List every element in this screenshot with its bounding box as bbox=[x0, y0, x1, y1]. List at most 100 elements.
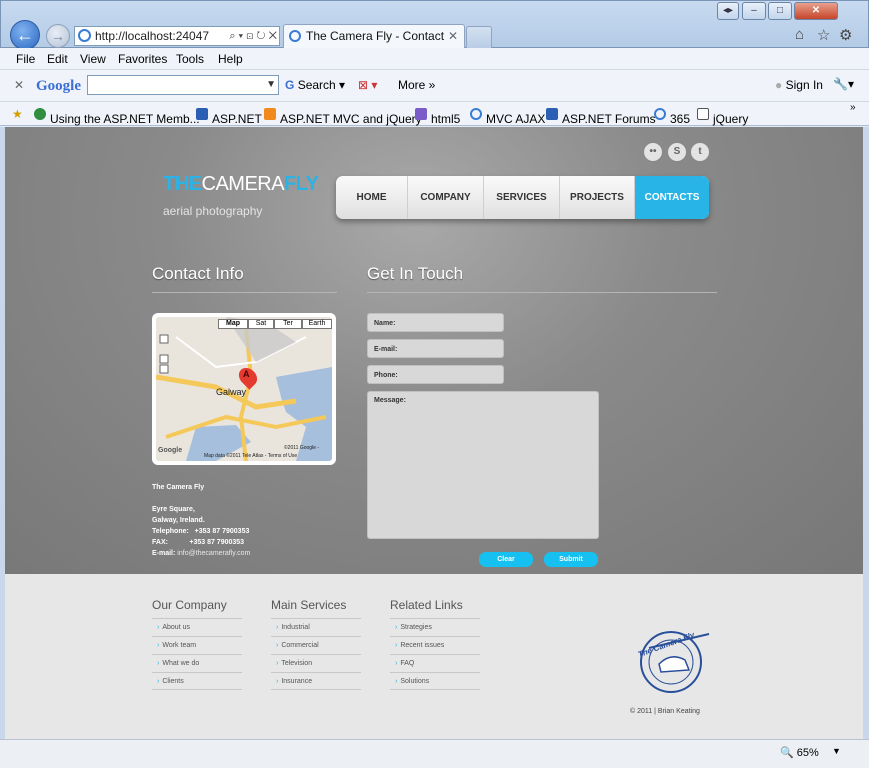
menu-favorites[interactable]: Favorites bbox=[118, 52, 167, 66]
status-bar: 🔍 65% ▼ bbox=[0, 739, 869, 768]
footer-link[interactable]: › Clients bbox=[152, 672, 242, 690]
favorite-link[interactable]: ASP.NET Forums bbox=[546, 107, 656, 126]
footer-link[interactable]: › FAQ bbox=[390, 654, 480, 672]
chevron-down-icon[interactable]: ▼ bbox=[266, 76, 276, 94]
divider bbox=[152, 292, 337, 293]
map-copyright: ©2011 Google - bbox=[284, 445, 320, 451]
forward-button[interactable]: → bbox=[46, 24, 70, 48]
add-favorite-icon[interactable]: ★ bbox=[12, 107, 23, 121]
ie-page-icon bbox=[78, 29, 91, 42]
wrench-icon[interactable]: 🔧▾ bbox=[833, 77, 854, 91]
footer-link[interactable]: › Insurance bbox=[271, 672, 361, 690]
close-button[interactable]: ✕ bbox=[794, 2, 838, 20]
sign-in-button[interactable]: ● Sign In bbox=[775, 78, 823, 92]
tab-active[interactable]: The Camera Fly - Contact ✕ bbox=[283, 24, 465, 48]
main-nav: HOME COMPANY SERVICES PROJECTS CONTACTS bbox=[336, 176, 709, 219]
footer-col-title: Related Links bbox=[390, 598, 463, 612]
footer-link[interactable]: › About us bbox=[152, 618, 242, 636]
favorite-link[interactable]: html5 bbox=[415, 107, 460, 126]
footer-link[interactable]: › Strategies bbox=[390, 618, 480, 636]
map-frame: Map Sat Ter Earth A Galway Google ©2011 … bbox=[152, 313, 336, 465]
maximize-button[interactable]: □ bbox=[768, 2, 792, 20]
footer-link[interactable]: › Solutions bbox=[390, 672, 480, 690]
hero-section: •• S t THECAMERAFLY aerial photography H… bbox=[5, 127, 863, 574]
google-search-input[interactable]: ▼ bbox=[87, 75, 279, 95]
popup-blocker-icon[interactable]: ⊠ ▾ bbox=[358, 78, 377, 92]
flickr-icon[interactable]: •• bbox=[643, 142, 663, 162]
web-page: •• S t THECAMERAFLY aerial photography H… bbox=[5, 127, 863, 739]
nav-company[interactable]: COMPANY bbox=[408, 176, 484, 219]
footer-link[interactable]: › Industrial bbox=[271, 618, 361, 636]
menu-file[interactable]: File bbox=[16, 52, 35, 66]
submit-button[interactable]: Submit bbox=[544, 552, 598, 567]
globe-icon bbox=[34, 108, 46, 120]
map-tab-ter[interactable]: Ter bbox=[274, 319, 302, 329]
google-logo: Google bbox=[36, 78, 81, 94]
document-icon bbox=[697, 108, 709, 120]
email-link[interactable]: info@thecamerafly.com bbox=[177, 550, 250, 557]
favorite-link[interactable]: jQuery bbox=[697, 107, 748, 126]
favorite-link[interactable]: MVC AJAX bbox=[470, 107, 545, 126]
footer-col-company: Our Company › About us › Work team › What w… bbox=[152, 598, 242, 690]
chevron-more-icon[interactable]: » bbox=[850, 102, 856, 113]
back-button[interactable]: ← bbox=[10, 20, 40, 50]
more-button[interactable]: More » bbox=[398, 78, 435, 92]
google-search-button[interactable]: G Search ▾ bbox=[285, 78, 345, 92]
ie-icon bbox=[470, 108, 482, 120]
zoom-dropdown-icon[interactable]: ▼ bbox=[832, 746, 841, 756]
nav-services[interactable]: SERVICES bbox=[484, 176, 560, 219]
window-restore-other-button[interactable]: ◂▸ bbox=[717, 2, 739, 20]
address-bar[interactable]: http://localhost:24047 ⌕ ▾ ⊡ ↻ ✕ bbox=[74, 26, 280, 46]
gear-icon[interactable]: ⚙ bbox=[839, 26, 852, 44]
favorite-link[interactable]: ASP.NET MVC and jQuery bbox=[264, 107, 422, 126]
footer-link[interactable]: › Commercial bbox=[271, 636, 361, 654]
close-toolbar-icon[interactable]: ✕ bbox=[14, 78, 24, 92]
google-toolbar: ✕ Google ▼ G Search ▾ ⊠ ▾ More » ● Sign … bbox=[0, 70, 869, 102]
contact-info-heading: Contact Info bbox=[152, 264, 244, 283]
home-icon[interactable]: ⌂ bbox=[795, 26, 804, 43]
favorites-star-icon[interactable]: ☆ bbox=[817, 26, 830, 44]
map-tab-map[interactable]: Map bbox=[218, 319, 248, 329]
address-text: http://localhost:24047 bbox=[95, 29, 210, 43]
minimize-button[interactable]: – bbox=[742, 2, 766, 20]
new-tab-button[interactable] bbox=[466, 26, 492, 48]
google-map[interactable]: Map Sat Ter Earth A Galway Google ©2011 … bbox=[156, 317, 332, 461]
clear-button[interactable]: Clear bbox=[479, 552, 533, 567]
telephone-row: Telephone: +353 87 7900353 bbox=[152, 528, 250, 535]
footer: Our Company › About us › Work team › What w… bbox=[5, 574, 863, 739]
footer-link[interactable]: › Recent issues bbox=[390, 636, 480, 654]
twitter-icon[interactable]: t bbox=[690, 142, 710, 162]
camera-fly-badge-icon: The Camera Fly bbox=[637, 630, 710, 693]
map-marker-label: A bbox=[243, 369, 250, 379]
nav-home[interactable]: HOME bbox=[336, 176, 408, 219]
aspnet-icon bbox=[196, 108, 208, 120]
favorite-link[interactable]: ASP.NET bbox=[196, 107, 262, 126]
menu-help[interactable]: Help bbox=[218, 52, 243, 66]
email-row: E-mail: info@thecamerafly.com bbox=[152, 550, 251, 557]
map-tab-sat[interactable]: Sat bbox=[248, 319, 274, 329]
message-field[interactable]: Message: bbox=[367, 391, 599, 539]
close-tab-icon[interactable]: ✕ bbox=[448, 25, 458, 47]
favorite-link[interactable]: Using the ASP.NET Memb... bbox=[34, 107, 200, 126]
menu-edit[interactable]: Edit bbox=[47, 52, 68, 66]
skype-icon[interactable]: S bbox=[667, 142, 687, 162]
menu-tools[interactable]: Tools bbox=[176, 52, 204, 66]
footer-link[interactable]: › Work team bbox=[152, 636, 242, 654]
footer-link[interactable]: › Television bbox=[271, 654, 361, 672]
favorite-link[interactable]: 365 bbox=[654, 107, 690, 126]
menu-view[interactable]: View bbox=[80, 52, 106, 66]
name-field[interactable]: Name: bbox=[367, 313, 504, 332]
footer-link[interactable]: › What we do bbox=[152, 654, 242, 672]
address-tools-icon[interactable]: ⌕ ▾ ⊡ ↻ ✕ bbox=[229, 27, 277, 45]
map-tab-earth[interactable]: Earth bbox=[302, 319, 332, 329]
nav-contacts[interactable]: CONTACTS bbox=[635, 176, 709, 219]
address-block: The Camera Fly Eyre Square, Galway, Irel… bbox=[152, 482, 250, 559]
site-logo[interactable]: THECAMERAFLY bbox=[163, 173, 319, 196]
nav-projects[interactable]: PROJECTS bbox=[560, 176, 635, 219]
email-field[interactable]: E-mail: bbox=[367, 339, 504, 358]
copyright: © 2011 | Brian Keating bbox=[630, 708, 700, 715]
city: Galway, Ireland. bbox=[152, 517, 205, 524]
phone-field[interactable]: Phone: bbox=[367, 365, 504, 384]
fax-row: FAX: +353 87 7900353 bbox=[152, 539, 245, 546]
zoom-control[interactable]: 🔍 65% bbox=[780, 746, 819, 759]
